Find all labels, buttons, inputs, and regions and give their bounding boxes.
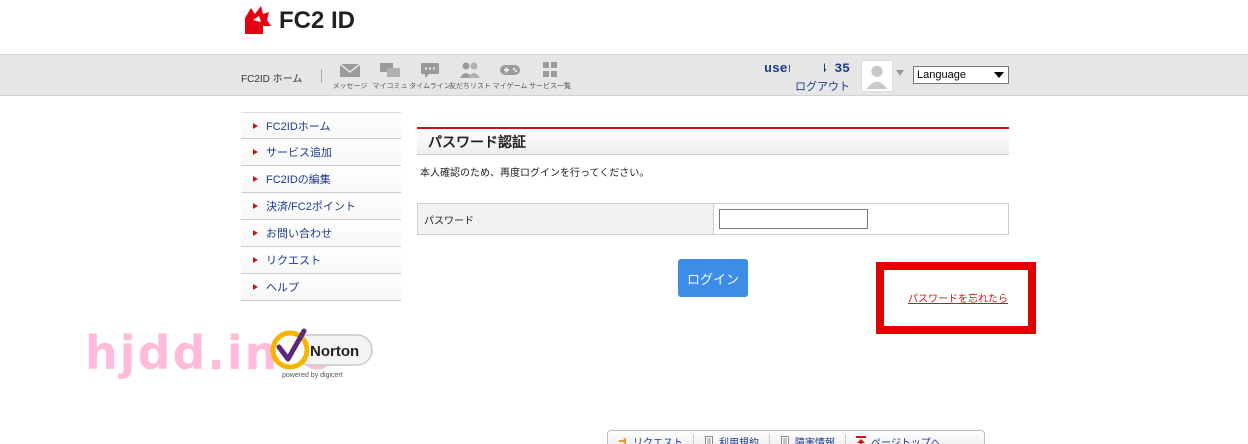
sidebar-item-edit-fc2id[interactable]: FC2IDの編集 bbox=[241, 166, 401, 193]
nav-message-label: メッセージ bbox=[332, 83, 368, 90]
sidebar-item-request[interactable]: リクエスト bbox=[241, 247, 401, 274]
document-icon bbox=[705, 436, 713, 444]
nav-friends[interactable]: 友だちリスト bbox=[449, 61, 491, 91]
password-row: パスワード bbox=[417, 203, 1009, 235]
nav-separator bbox=[321, 69, 322, 83]
nav-mycommu-label: マイコミュ bbox=[372, 83, 408, 90]
nav-timeline[interactable]: タイムライン bbox=[409, 61, 451, 91]
sidebar-menu: FC2IDホーム サービス追加 FC2IDの編集 決済/FC2ポイント お問い合… bbox=[241, 112, 401, 301]
page-description: 本人確認のため、再度ログインを行ってください。 bbox=[420, 168, 650, 179]
mail-icon bbox=[339, 63, 361, 77]
sidebar-item-add-service[interactable]: サービス追加 bbox=[241, 139, 401, 166]
sidebar-item-label: FC2IDの編集 bbox=[266, 174, 331, 186]
footer-terms-link[interactable]: 利用規約 bbox=[694, 434, 770, 444]
nav-services[interactable]: サービス一覧 bbox=[529, 61, 571, 91]
page-title: パスワード認証 bbox=[417, 127, 1009, 155]
language-select[interactable]: Language bbox=[913, 66, 1009, 84]
sidebar-item-label: FC2IDホーム bbox=[266, 120, 331, 133]
nav-services-label: サービス一覧 bbox=[529, 83, 571, 90]
footer-page-top-link[interactable]: ページトップへ bbox=[846, 434, 951, 444]
user-silhouette-icon bbox=[866, 65, 888, 90]
chevron-down-icon bbox=[994, 72, 1004, 78]
nav-icon-bar: メッセージ マイコミュ タイムライン 友だちリスト マイゲーム サービス一覧 bbox=[330, 61, 571, 91]
avatar[interactable] bbox=[861, 60, 893, 92]
sidebar-item-label: サービス追加 bbox=[266, 147, 332, 159]
page-top-icon bbox=[856, 436, 866, 444]
sidebar-item-contact[interactable]: お問い合わせ bbox=[241, 220, 401, 247]
grid-icon bbox=[543, 62, 557, 77]
sidebar-item-label: ヘルプ bbox=[266, 282, 299, 294]
document-icon bbox=[781, 436, 789, 444]
nav-timeline-label: タイムライン bbox=[409, 83, 451, 90]
avatar-dropdown-caret-icon[interactable] bbox=[896, 70, 904, 76]
password-cell bbox=[714, 204, 1008, 234]
login-button[interactable]: ログイン bbox=[678, 259, 748, 297]
nav-mycommu[interactable]: マイコミュ bbox=[370, 61, 410, 91]
footer-terms-label: 利用規約 bbox=[719, 437, 759, 444]
triangle-right-icon bbox=[253, 122, 258, 129]
norton-badge[interactable]: Norton powered by digicert bbox=[270, 325, 374, 381]
footer-links: リクエスト 利用規約 障害情報 ページトップへ bbox=[607, 430, 985, 444]
main-panel: パスワード認証 本人確認のため、再度ログインを行ってください。 パスワード bbox=[417, 127, 1009, 235]
triangle-right-icon bbox=[253, 230, 258, 236]
nav-mygame-label: マイゲーム bbox=[492, 83, 528, 90]
sidebar-item-help[interactable]: ヘルプ bbox=[241, 274, 401, 301]
friends-icon bbox=[460, 62, 480, 78]
footer-request-label: リクエスト bbox=[633, 437, 683, 444]
triangle-right-icon bbox=[253, 176, 258, 182]
fc2-unicorn-icon bbox=[245, 6, 271, 34]
gamepad-icon bbox=[500, 65, 520, 75]
norton-badge-sub: powered by digicert bbox=[282, 372, 343, 379]
user-block: user1604 35 ログアウト bbox=[700, 61, 850, 94]
fc2id-logo[interactable]: FC2 ID bbox=[241, 4, 355, 38]
fc2id-home-link[interactable]: FC2ID ホーム bbox=[241, 70, 302, 85]
logo-text: FC2 ID bbox=[279, 7, 356, 34]
sidebar-item-fc2id-home[interactable]: FC2IDホーム bbox=[241, 112, 401, 139]
password-label: パスワード bbox=[418, 204, 714, 234]
triangle-right-icon bbox=[253, 257, 258, 263]
footer-incident-label: 障害情報 bbox=[795, 437, 835, 444]
triangle-right-icon bbox=[253, 284, 258, 290]
comment-icon bbox=[421, 63, 439, 78]
language-select-value: Language bbox=[917, 69, 966, 81]
sidebar-item-label: リクエスト bbox=[266, 255, 321, 267]
request-icon bbox=[619, 437, 626, 444]
norton-badge-name: Norton bbox=[310, 343, 359, 360]
sidebar-item-label: 決済/FC2ポイント bbox=[266, 201, 356, 213]
footer-request-link[interactable]: リクエスト bbox=[608, 434, 694, 444]
forgot-password-link[interactable]: パスワードを忘れたら bbox=[908, 290, 1008, 305]
top-navbar: FC2ID ホーム メッセージ マイコミュ タイムライン 友だちリスト マイゲー… bbox=[0, 54, 1248, 96]
username[interactable]: user1604 35 bbox=[700, 61, 850, 76]
sidebar-item-payment[interactable]: 決済/FC2ポイント bbox=[241, 193, 401, 220]
nav-mygame[interactable]: マイゲーム bbox=[490, 61, 530, 91]
footer-page-top-label: ページトップへ bbox=[871, 437, 941, 444]
password-input[interactable] bbox=[719, 209, 868, 229]
triangle-right-icon bbox=[253, 203, 258, 209]
nav-friends-label: 友だちリスト bbox=[449, 83, 491, 90]
triangle-right-icon bbox=[253, 149, 258, 155]
site-header: FC2 ID bbox=[0, 0, 1248, 54]
logout-link[interactable]: ログアウト bbox=[700, 78, 850, 94]
footer-incident-link[interactable]: 障害情報 bbox=[770, 434, 846, 444]
chat-icon bbox=[380, 63, 400, 77]
sidebar-item-label: お問い合わせ bbox=[266, 228, 332, 240]
nav-message[interactable]: メッセージ bbox=[330, 61, 370, 91]
username-redaction bbox=[790, 61, 824, 75]
